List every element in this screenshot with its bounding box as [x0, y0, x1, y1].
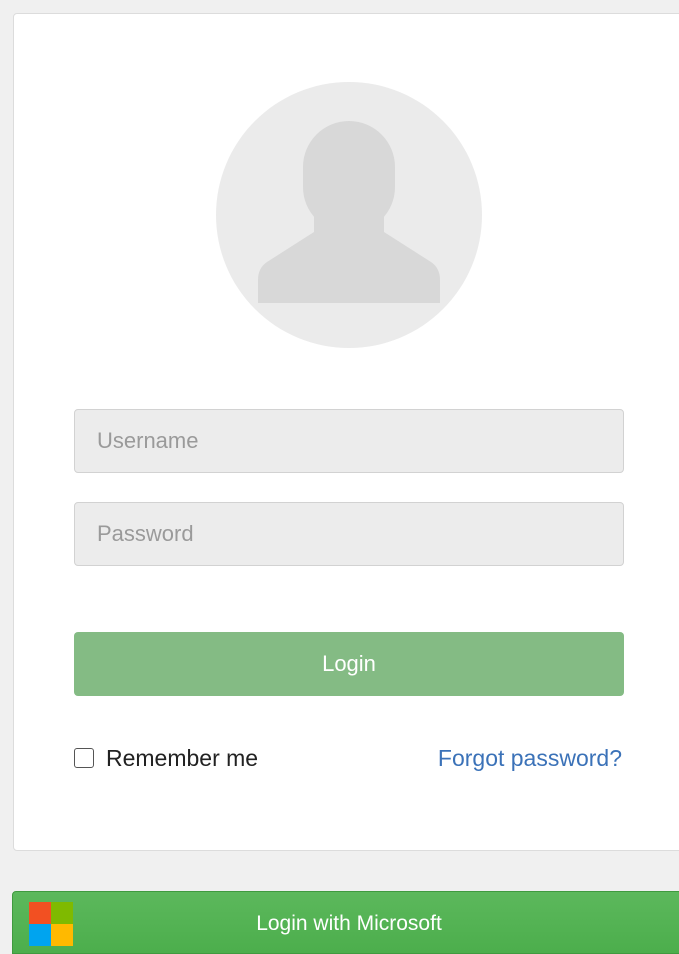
password-input[interactable]: [74, 502, 624, 566]
login-button[interactable]: Login: [74, 632, 624, 696]
login-card: Login Remember me Forgot password?: [13, 13, 679, 851]
remember-me-checkbox[interactable]: [74, 748, 94, 768]
login-with-microsoft-label: Login with Microsoft: [256, 912, 442, 935]
user-silhouette-icon: [216, 82, 482, 348]
login-page: Login Remember me Forgot password? Login…: [0, 0, 679, 954]
username-input[interactable]: [74, 409, 624, 473]
forgot-password-link[interactable]: Forgot password?: [438, 742, 622, 774]
remember-me-row: Remember me: [74, 742, 258, 774]
remember-me-label[interactable]: Remember me: [106, 745, 258, 772]
login-with-microsoft-button[interactable]: Login with Microsoft: [12, 891, 679, 954]
